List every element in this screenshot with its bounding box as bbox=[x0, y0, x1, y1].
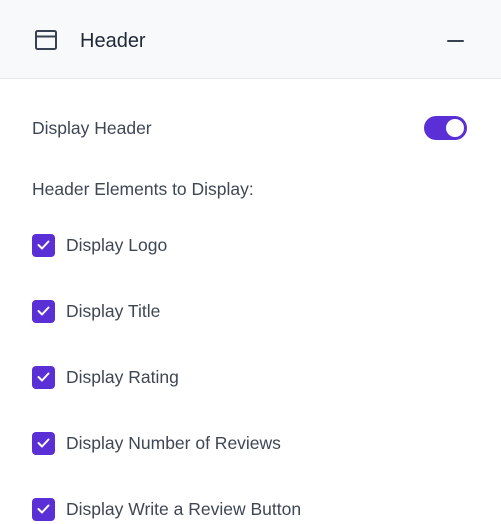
checkbox[interactable] bbox=[32, 497, 55, 521]
browser-window-icon bbox=[35, 30, 57, 50]
checkbox[interactable] bbox=[32, 365, 55, 389]
checkmark-icon bbox=[37, 240, 50, 250]
checkmark-icon bbox=[37, 504, 50, 514]
option-label: Display Write a Review Button bbox=[66, 499, 302, 519]
panel-header[interactable]: Header bbox=[0, 0, 501, 79]
option-label: Display Title bbox=[66, 301, 161, 321]
elements-section-label: Header Elements to Display: bbox=[32, 179, 254, 199]
option-label: Display Number of Reviews bbox=[66, 433, 281, 453]
option-label: Display Logo bbox=[66, 235, 168, 255]
option-display-logo[interactable]: Display Logo bbox=[32, 233, 167, 257]
minus-icon bbox=[446, 40, 464, 42]
display-header-toggle[interactable] bbox=[424, 116, 467, 140]
option-display-write-review-button[interactable]: Display Write a Review Button bbox=[32, 497, 301, 521]
checkbox[interactable] bbox=[32, 233, 55, 257]
checkmark-icon bbox=[37, 372, 50, 382]
checkmark-icon bbox=[37, 306, 50, 316]
panel-title: Header bbox=[80, 30, 146, 52]
option-display-rating[interactable]: Display Rating bbox=[32, 365, 179, 389]
option-label: Display Rating bbox=[66, 367, 179, 387]
checkbox[interactable] bbox=[32, 299, 55, 323]
option-display-title[interactable]: Display Title bbox=[32, 299, 160, 323]
option-display-number-of-reviews[interactable]: Display Number of Reviews bbox=[32, 431, 281, 455]
toggle-knob bbox=[446, 119, 464, 137]
checkbox[interactable] bbox=[32, 431, 55, 455]
display-header-label: Display Header bbox=[32, 118, 152, 138]
checkmark-icon bbox=[37, 438, 50, 448]
header-settings-panel: Header Display Header Header Elements to… bbox=[0, 0, 501, 524]
collapse-button[interactable] bbox=[440, 28, 470, 54]
